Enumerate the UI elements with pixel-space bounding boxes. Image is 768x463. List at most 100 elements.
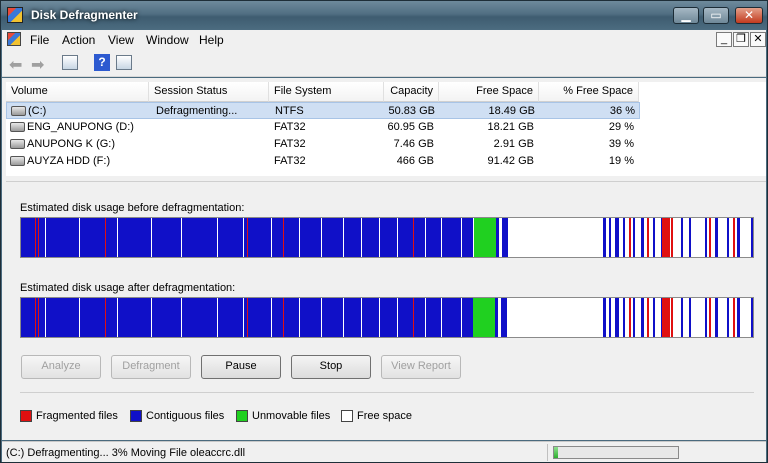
column-capacity[interactable]: Capacity (384, 82, 439, 102)
volume-name: ENG_ANUPONG (D:) (27, 121, 134, 133)
column-pct-free-space[interactable]: % Free Space (539, 82, 639, 102)
usage-segment (397, 298, 398, 337)
menu-help[interactable]: Help (199, 33, 224, 47)
table-row[interactable]: (C:) Defragmenting... NTFS 50.83 GB 18.4… (6, 102, 640, 119)
divider (6, 181, 766, 182)
file-system: FAT32 (274, 138, 306, 150)
free-space: 18.21 GB (487, 121, 534, 133)
back-icon[interactable]: ⬅ (9, 55, 22, 75)
help-icon[interactable]: ? (94, 54, 110, 71)
child-restore-button[interactable]: ❐ (733, 32, 749, 47)
document-icon[interactable] (7, 32, 21, 46)
table-row[interactable]: AUYZA HDD (F:) FAT32 466 GB 91.42 GB 19 … (6, 153, 640, 170)
menu-action[interactable]: Action (62, 33, 95, 47)
pct-free-space: 29 % (608, 121, 634, 133)
usage-segment (641, 298, 644, 337)
usage-segment (705, 218, 707, 257)
usage-segment (321, 298, 322, 337)
unmovable-swatch (236, 410, 248, 422)
progress-bar (553, 446, 679, 459)
usage-segment (751, 218, 753, 257)
column-volume[interactable]: Volume (6, 82, 149, 102)
usage-segment (247, 218, 248, 257)
usage-segment (496, 218, 499, 257)
drive-icon (11, 106, 26, 116)
usage-segment (299, 218, 300, 257)
show-hide-action-pane-icon[interactable] (116, 55, 132, 70)
show-hide-console-tree-icon[interactable] (62, 55, 78, 70)
usage-segment (502, 218, 508, 257)
maximize-button[interactable]: ▭ (703, 7, 729, 24)
column-session-status[interactable]: Session Status (149, 82, 269, 102)
usage-segment (379, 218, 380, 257)
usage-segment (283, 218, 284, 257)
legend-unmovable: Unmovable files (252, 410, 331, 422)
view-report-button[interactable]: View Report (381, 355, 461, 379)
column-free-space[interactable]: Free Space (439, 82, 539, 102)
before-usage-map (20, 217, 754, 258)
free-space: 2.91 GB (493, 138, 534, 150)
usage-segment (361, 218, 362, 257)
usage-segment (495, 298, 498, 337)
volume-name: AUYZA HDD (F:) (27, 155, 111, 167)
usage-segment (425, 298, 426, 337)
main-content: Volume Session Status File System Capaci… (2, 78, 766, 440)
usage-segment (689, 218, 691, 257)
pct-free-space: 19 % (608, 155, 634, 167)
usage-segment (603, 298, 606, 337)
disk-defragmenter-window: Disk Defragmenter ▁ ▭ ✕ File Action View… (0, 0, 768, 463)
usage-segment (35, 298, 36, 337)
usage-segment (609, 218, 611, 257)
column-file-system[interactable]: File System (269, 82, 384, 102)
defragment-button[interactable]: Defragment (111, 355, 191, 379)
session-status: Defragmenting... (156, 105, 238, 117)
legend-free-space: Free space (357, 410, 413, 422)
forward-icon[interactable]: ➡ (31, 55, 44, 75)
usage-segment (413, 298, 414, 337)
usage-segment (441, 218, 442, 257)
usage-segment (662, 218, 670, 257)
menu-view[interactable]: View (108, 33, 134, 47)
usage-segment (45, 218, 46, 257)
close-button[interactable]: ✕ (735, 7, 763, 24)
child-minimize-button[interactable]: _ (716, 32, 732, 47)
drive-icon (10, 156, 25, 166)
usage-segment (681, 298, 683, 337)
usage-segment (151, 298, 152, 337)
usage-segment (689, 298, 691, 337)
usage-segment (117, 218, 118, 257)
pause-button[interactable]: Pause (201, 355, 281, 379)
analyze-button[interactable]: Analyze (21, 355, 101, 379)
usage-segment (243, 298, 244, 337)
legend-fragmented: Fragmented files (36, 410, 118, 422)
usage-segment (35, 218, 36, 257)
free-space: 91.42 GB (487, 155, 534, 167)
menu-window[interactable]: Window (146, 33, 189, 47)
capacity: 466 GB (396, 155, 434, 167)
fragmented-swatch (20, 410, 32, 422)
usage-segment (79, 298, 80, 337)
stop-button[interactable]: Stop (291, 355, 371, 379)
menu-file[interactable]: File (30, 33, 49, 47)
pct-free-space: 36 % (609, 105, 635, 117)
usage-segment (623, 298, 625, 337)
title-bar[interactable]: Disk Defragmenter ▁ ▭ ✕ (1, 1, 767, 30)
usage-segment (473, 298, 495, 337)
usage-segment (629, 298, 631, 337)
usage-segment (727, 218, 729, 257)
usage-segment (79, 218, 80, 257)
minimize-button[interactable]: ▁ (673, 7, 699, 24)
usage-segment (633, 298, 635, 337)
usage-segment (751, 298, 753, 337)
child-close-button[interactable]: ✕ (750, 32, 766, 47)
volume-name: (C:) (28, 105, 47, 117)
usage-segment (633, 218, 635, 257)
usage-segment (609, 298, 611, 337)
usage-segment (653, 298, 655, 337)
table-row[interactable]: ANUPONG K (G:) FAT32 7.46 GB 2.91 GB 39 … (6, 136, 640, 153)
usage-segment (151, 218, 152, 257)
status-bar: (C:) Defragmenting... 3% Moving File ole… (2, 441, 766, 462)
table-row[interactable]: ENG_ANUPONG (D:) FAT32 60.95 GB 18.21 GB… (6, 119, 640, 136)
usage-segment (321, 218, 322, 257)
usage-segment (117, 298, 118, 337)
